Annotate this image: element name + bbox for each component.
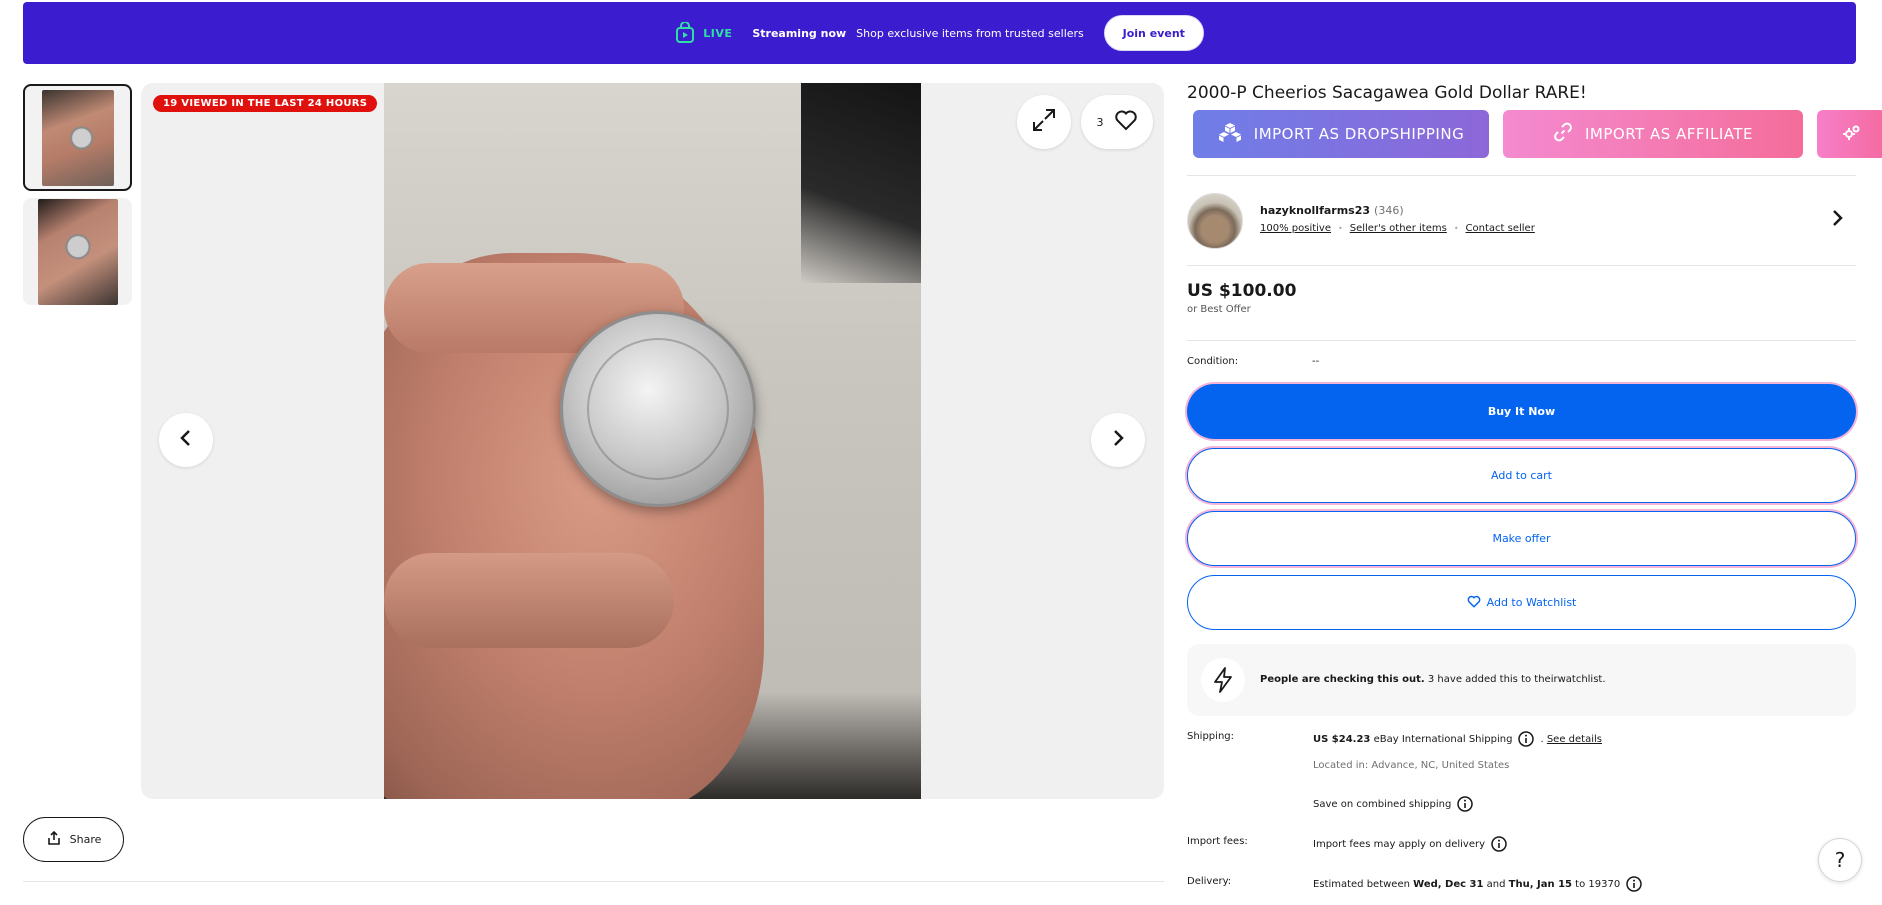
combined-shipping: Save on combined shipping [1313,796,1474,812]
divider [1187,340,1856,341]
shipping-value: US $24.23 eBay International Shipping . … [1313,731,1602,747]
condition-value: -- [1312,356,1320,367]
import-fees-text: Import fees may apply on delivery [1313,838,1486,850]
import-affiliate-label: IMPORT AS AFFILIATE [1585,125,1753,143]
divider [1187,265,1856,266]
delivery-prefix: Estimated between [1313,878,1410,890]
delivery-date-start: Wed, Dec 31 [1413,878,1484,890]
seller-name[interactable]: hazyknollfarms23 (346) [1260,204,1404,217]
watch-heart-button[interactable]: 3 [1081,95,1153,149]
contact-seller-link[interactable]: Contact seller [1466,223,1535,234]
import-affiliate-button[interactable]: IMPORT AS AFFILIATE [1503,110,1803,158]
import-buttons: IMPORT AS DROPSHIPPING IMPORT AS AFFILIA… [1193,110,1882,158]
viewed-badge: 19 VIEWED IN THE LAST 24 HOURS [153,95,378,112]
located-in: Located in: Advance, NC, United States [1313,760,1510,771]
thumbnail-image [41,89,114,186]
shipping-method: eBay International Shipping [1373,733,1513,745]
divider [1187,175,1856,176]
delivery-date-end: Thu, Jan 15 [1508,878,1572,890]
buy-it-now-button[interactable]: Buy It Now [1187,384,1856,439]
share-button[interactable]: Share [23,817,124,862]
see-details-link[interactable]: See details [1547,734,1602,745]
delivery-suffix: to 19370 [1575,878,1621,890]
chevron-right-icon [1110,428,1126,452]
main-image-viewer: 19 VIEWED IN THE LAST 24 HOURS 3 [141,83,1164,799]
streaming-text: Shop exclusive items from trusted seller… [856,26,1084,40]
seller-name-text: hazyknollfarms23 [1260,204,1371,217]
product-photo[interactable] [384,83,921,799]
shipping-price: US $24.23 [1313,733,1371,745]
thumbnail-1[interactable] [23,84,132,191]
link-icon [1553,122,1573,146]
best-offer-text: or Best Offer [1187,304,1251,315]
import-dropshipping-label: IMPORT AS DROPSHIPPING [1253,125,1465,143]
streaming-now-label: Streaming now [752,26,847,40]
info-icon[interactable] [1491,836,1507,852]
import-settings-button[interactable] [1817,110,1882,158]
add-to-cart-button[interactable]: Add to cart [1187,448,1856,503]
live-event-banner: LIVE Streaming now Shop exclusive items … [23,2,1856,64]
delivery-and: and [1486,878,1506,890]
notice-body: 3 have added this to theirwatchlist. [1427,674,1606,685]
expand-icon [1031,107,1057,137]
seller-feedback-count: (346) [1374,204,1404,217]
seller-positive-link[interactable]: 100% positive [1260,223,1331,234]
thumbnail-image [37,198,118,305]
separator-dot: • [1453,224,1459,233]
expand-button[interactable] [1017,95,1071,149]
live-label: LIVE [703,26,733,40]
info-icon[interactable] [1457,796,1474,812]
share-icon [46,830,62,849]
import-fees-value: Import fees may apply on delivery [1313,836,1507,852]
help-button[interactable]: ? [1818,838,1862,882]
info-icon[interactable] [1626,876,1642,892]
delivery-value: Estimated between Wed, Dec 31 and Thu, J… [1313,876,1642,892]
seller-chevron-button[interactable] [1830,208,1844,232]
notice-bold: People are checking this out. [1260,674,1425,685]
seller-avatar[interactable] [1187,193,1243,249]
price: US $100.00 [1187,281,1297,301]
heart-icon [1467,595,1481,611]
condition-label: Condition: [1187,356,1239,367]
listing-title: 2000-P Cheerios Sacagawea Gold Dollar RA… [1187,83,1587,103]
add-to-watchlist-button[interactable]: Add to Watchlist [1187,575,1856,630]
cubes-icon [1218,122,1242,146]
thumbnail-2[interactable] [23,198,132,305]
gears-icon [1842,123,1862,145]
combined-shipping-text: Save on combined shipping [1313,798,1452,810]
join-event-button[interactable]: Join event [1103,15,1204,51]
chevron-right-icon [1830,210,1844,232]
next-image-button[interactable] [1091,413,1145,467]
previous-image-button[interactable] [159,413,213,467]
seller-other-items-link[interactable]: Seller's other items [1350,223,1447,234]
separator-dot: • [1338,224,1343,233]
import-dropshipping-button[interactable]: IMPORT AS DROPSHIPPING [1193,110,1489,158]
heart-icon [1114,109,1138,135]
info-icon[interactable] [1518,731,1535,747]
delivery-label: Delivery: [1187,876,1232,887]
shipping-label: Shipping: [1187,731,1234,742]
share-label: Share [69,833,102,846]
make-offer-button[interactable]: Make offer [1187,511,1856,566]
import-fees-label: Import fees: [1187,836,1248,847]
lightning-icon [1201,658,1245,702]
coin [560,311,756,507]
add-to-watchlist-label: Add to Watchlist [1486,596,1577,609]
notice-text: People are checking this out. 3 have add… [1260,674,1606,685]
divider [23,881,1164,882]
seller-links: 100% positive • Seller's other items • C… [1260,223,1535,234]
live-bag-icon [675,22,695,44]
chevron-left-icon [178,428,194,452]
watchlist-notice: People are checking this out. 3 have add… [1187,644,1856,716]
watch-count: 3 [1096,115,1104,129]
